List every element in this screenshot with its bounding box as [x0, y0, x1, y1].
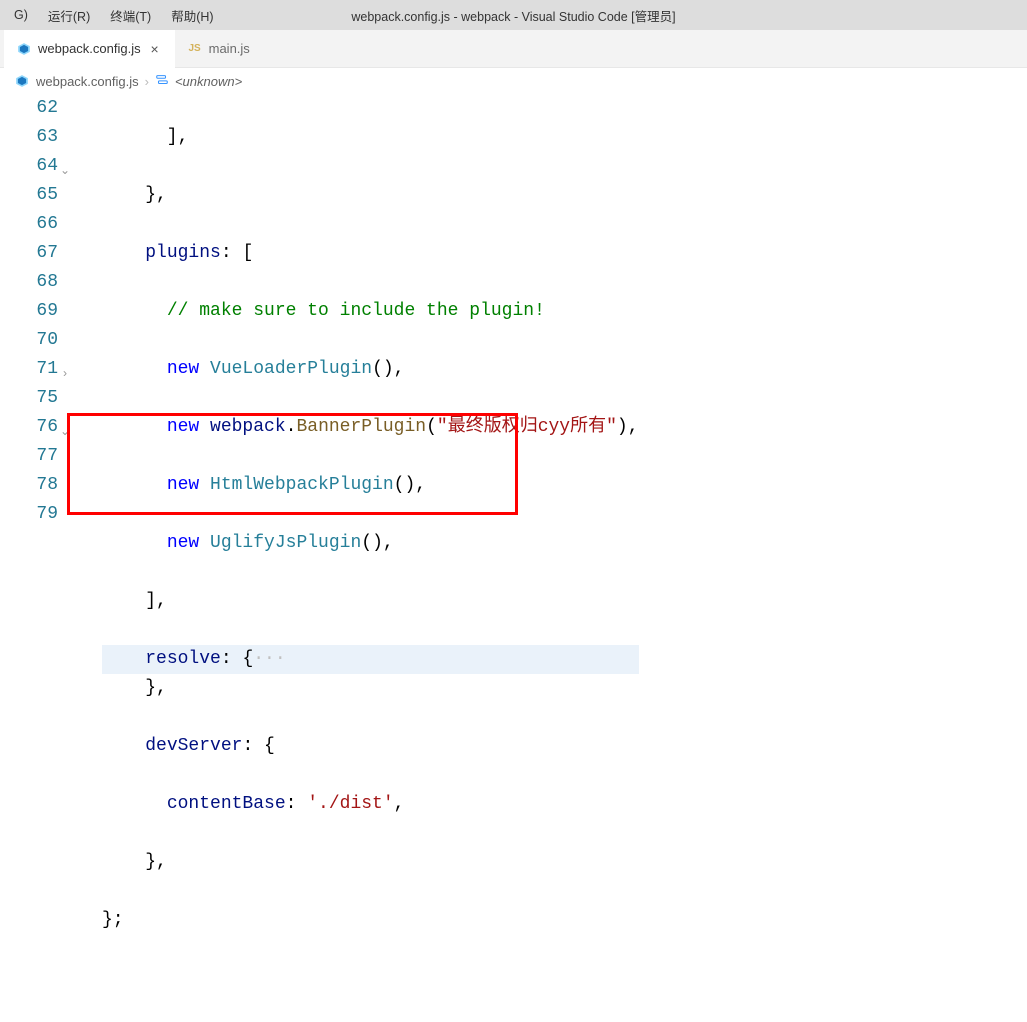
menu-terminal[interactable]: 终端(T) — [102, 2, 159, 29]
code-line: contentBase: './dist', — [102, 790, 639, 819]
line-number: 64⌄ — [0, 152, 58, 181]
code-line: ], — [102, 123, 639, 152]
breadcrumb-file[interactable]: webpack.config.js — [36, 74, 139, 89]
webpack-icon — [14, 73, 30, 89]
code-line: new UglifyJsPlugin(), — [102, 529, 639, 558]
js-icon: JS — [187, 41, 203, 57]
code-line: new HtmlWebpackPlugin(), — [102, 471, 639, 500]
fold-down-icon[interactable]: ⌄ — [58, 157, 72, 186]
line-number: 78 — [0, 471, 58, 500]
symbol-icon — [155, 73, 169, 90]
menu-help[interactable]: 帮助(H) — [163, 2, 221, 29]
webpack-icon — [16, 41, 32, 57]
chevron-right-icon: › — [145, 74, 149, 89]
code-line: }, — [102, 848, 639, 877]
code-line: ], — [102, 587, 639, 616]
tab-label: webpack.config.js — [38, 41, 141, 56]
line-number: 66 — [0, 210, 58, 239]
line-number: 62 — [0, 94, 58, 123]
line-number: 67 — [0, 239, 58, 268]
menu-go-suffix[interactable]: G) — [6, 4, 36, 26]
line-number: 76⌄ — [0, 413, 58, 442]
code-content[interactable]: ], }, plugins: [ // make sure to include… — [74, 94, 639, 1022]
breadcrumb-symbol[interactable]: <unknown> — [175, 74, 242, 89]
line-number: 70 — [0, 326, 58, 355]
tab-main-js[interactable]: JS main.js — [175, 30, 262, 68]
menu-run[interactable]: 运行(R) — [40, 2, 98, 29]
menu-bar: G) 运行(R) 终端(T) 帮助(H) — [0, 0, 1027, 30]
code-line: }; — [102, 906, 639, 935]
code-line: devServer: { — [102, 732, 639, 761]
code-line: plugins: [ — [102, 239, 639, 268]
tab-webpack-config[interactable]: webpack.config.js × — [4, 30, 175, 68]
breadcrumb[interactable]: webpack.config.js › <unknown> — [0, 68, 1027, 94]
code-line-highlighted: resolve: {··· — [102, 645, 639, 674]
line-number: 75 — [0, 384, 58, 413]
code-line: }, — [102, 181, 639, 210]
code-line: new webpack.BannerPlugin("最终版权归cyy所有"), — [102, 413, 639, 442]
code-editor[interactable]: 62 63 64⌄ 65 66 67 68 69 70 71› 75 76⌄ 7… — [0, 94, 1027, 1022]
line-number: 79 — [0, 500, 58, 529]
fold-down-icon[interactable]: ⌄ — [58, 418, 72, 447]
line-number: 69 — [0, 297, 58, 326]
line-number: 71› — [0, 355, 58, 384]
line-number: 77 — [0, 442, 58, 471]
line-number: 65 — [0, 181, 58, 210]
fold-right-icon[interactable]: › — [58, 360, 72, 389]
line-number: 63 — [0, 123, 58, 152]
code-line: new VueLoaderPlugin(), — [102, 355, 639, 384]
tab-bar: webpack.config.js × JS main.js — [0, 30, 1027, 68]
line-number: 68 — [0, 268, 58, 297]
tab-label: main.js — [209, 41, 250, 56]
code-line: }, — [102, 674, 639, 703]
code-line: // make sure to include the plugin! — [102, 297, 639, 326]
close-icon[interactable]: × — [147, 41, 163, 57]
line-number-gutter: 62 63 64⌄ 65 66 67 68 69 70 71› 75 76⌄ 7… — [0, 94, 74, 1022]
